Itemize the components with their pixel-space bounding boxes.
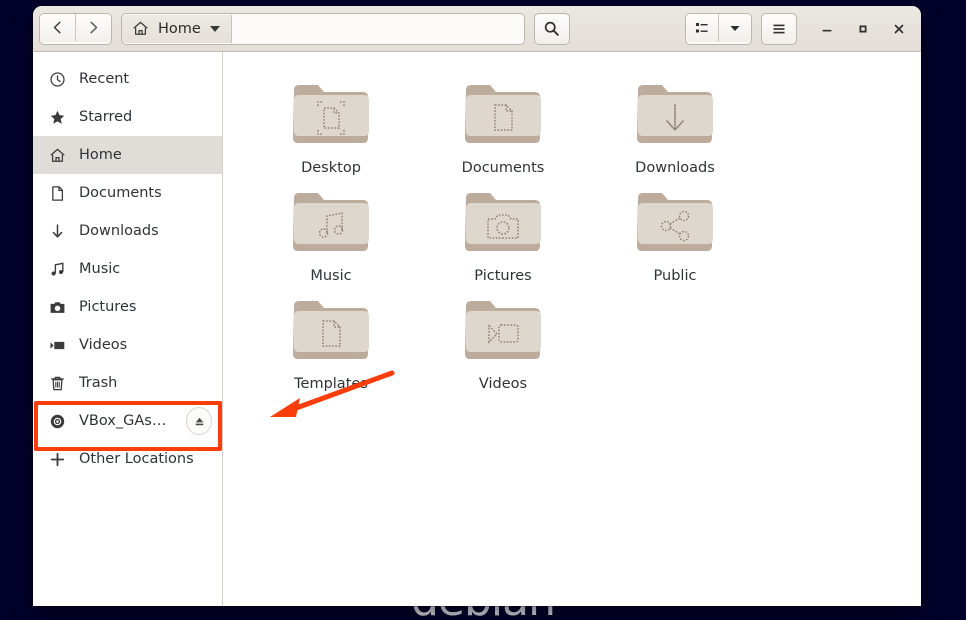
hamburger-menu-icon xyxy=(773,24,785,33)
folder-icon-videos xyxy=(465,301,541,359)
folder-item-pictures[interactable]: Pictures xyxy=(417,176,589,284)
maximize-icon xyxy=(859,25,867,32)
chevron-right-icon xyxy=(90,21,98,34)
sidebar-item-label: Pictures xyxy=(79,299,137,315)
sidebar-item-label: Music xyxy=(79,261,121,277)
sidebar-item-other-locations[interactable]: Other Locations xyxy=(33,440,222,478)
sidebar-item-label: Recent xyxy=(79,71,130,87)
sidebar-item-vbox-gas[interactable]: VBox_GAs_6… xyxy=(33,402,222,440)
download-arrow-icon xyxy=(49,223,66,240)
sidebar-item-label: Downloads xyxy=(79,223,159,239)
home-icon xyxy=(49,147,66,164)
view-options-dropdown[interactable] xyxy=(718,13,751,42)
headerbar-right-group xyxy=(685,12,915,45)
folder-label: Downloads xyxy=(635,160,715,176)
search-button[interactable] xyxy=(533,12,570,45)
folder-icon-pictures xyxy=(465,193,541,251)
maximize-button[interactable] xyxy=(847,14,879,44)
folder-icon-downloads xyxy=(637,85,713,143)
sidebar-item-recent[interactable]: Recent xyxy=(33,60,222,98)
sidebar-item-starred[interactable]: Starred xyxy=(33,98,222,136)
path-button-home[interactable]: Home xyxy=(122,14,232,43)
forward-button[interactable] xyxy=(75,13,111,42)
chevron-left-icon xyxy=(53,21,61,34)
view-mode-group xyxy=(685,12,752,45)
sidebar-item-downloads[interactable]: Downloads xyxy=(33,212,222,250)
camera-icon xyxy=(49,299,66,316)
minimize-icon xyxy=(822,29,832,31)
folder-label: Videos xyxy=(478,376,528,392)
sidebar-item-label: Starred xyxy=(79,109,133,125)
optical-disc-icon xyxy=(49,413,66,430)
folder-item-music[interactable]: Music xyxy=(245,176,417,284)
folder-item-videos[interactable]: Videos xyxy=(417,284,589,392)
folder-item-downloads[interactable]: Downloads xyxy=(589,68,761,176)
main-menu-button[interactable] xyxy=(761,12,797,45)
folder-icon-templates xyxy=(293,301,369,359)
folder-label: Documents xyxy=(461,160,545,176)
eject-button[interactable] xyxy=(186,407,212,435)
clock-icon xyxy=(49,71,66,88)
list-view-icon xyxy=(696,22,708,32)
music-note-icon xyxy=(49,261,66,278)
path-button-label: Home xyxy=(158,20,201,37)
path-bar-empty-area[interactable] xyxy=(231,14,524,43)
headerbar-left-group: Home xyxy=(39,12,570,45)
sidebar-item-label: Documents xyxy=(79,185,162,201)
folder-label: Public xyxy=(653,268,697,284)
close-button[interactable] xyxy=(883,14,915,44)
document-icon xyxy=(49,185,66,202)
plus-icon xyxy=(49,451,66,468)
home-icon xyxy=(133,21,148,35)
sidebar-item-home[interactable]: Home xyxy=(33,136,222,174)
folder-item-documents[interactable]: Documents xyxy=(417,68,589,176)
window-headerbar: Home xyxy=(33,6,921,52)
folder-item-desktop[interactable]: Desktop xyxy=(245,68,417,176)
folder-icon-music xyxy=(293,193,369,251)
sidebar: Recent Starred Home Documents Downloads … xyxy=(33,52,223,606)
back-button[interactable] xyxy=(40,13,75,42)
list-view-button[interactable] xyxy=(686,13,718,42)
sidebar-item-label: VBox_GAs_6… xyxy=(79,413,174,429)
folder-icon-public xyxy=(637,193,713,251)
sidebar-item-label: Videos xyxy=(79,337,128,353)
file-grid-area[interactable]: Desktop Documents Downloads Music Pictur… xyxy=(223,52,921,606)
folder-item-templates[interactable]: Templates xyxy=(245,284,417,392)
navigation-button-group xyxy=(39,12,112,45)
trash-icon xyxy=(49,375,66,392)
search-icon xyxy=(545,21,560,36)
folder-icon-documents xyxy=(465,85,541,143)
sidebar-item-music[interactable]: Music xyxy=(33,250,222,288)
close-icon xyxy=(894,24,904,33)
star-icon xyxy=(49,109,66,126)
sidebar-item-videos[interactable]: Videos xyxy=(33,326,222,364)
sidebar-item-pictures[interactable]: Pictures xyxy=(33,288,222,326)
minimize-button[interactable] xyxy=(811,14,843,44)
video-icon xyxy=(49,337,66,354)
folder-grid: Desktop Documents Downloads Music Pictur… xyxy=(245,68,921,392)
folder-label: Music xyxy=(310,268,352,284)
folder-label: Desktop xyxy=(301,160,361,176)
chevron-down-icon xyxy=(730,25,740,31)
window-controls xyxy=(811,14,915,44)
eject-icon xyxy=(195,417,203,425)
sidebar-item-label: Trash xyxy=(79,375,118,391)
sidebar-item-trash[interactable]: Trash xyxy=(33,364,222,402)
folder-label: Templates xyxy=(294,376,368,392)
file-manager-window: Home Recent Starred Home Documents Downl… xyxy=(33,6,921,606)
sidebar-item-label: Other Locations xyxy=(79,451,194,467)
sidebar-item-documents[interactable]: Documents xyxy=(33,174,222,212)
window-body: Recent Starred Home Documents Downloads … xyxy=(33,52,921,606)
path-bar: Home xyxy=(121,12,525,45)
folder-icon-desktop xyxy=(293,85,369,143)
chevron-down-icon xyxy=(209,25,220,32)
folder-item-public[interactable]: Public xyxy=(589,176,761,284)
folder-label: Pictures xyxy=(474,268,532,284)
sidebar-item-label: Home xyxy=(79,147,122,163)
